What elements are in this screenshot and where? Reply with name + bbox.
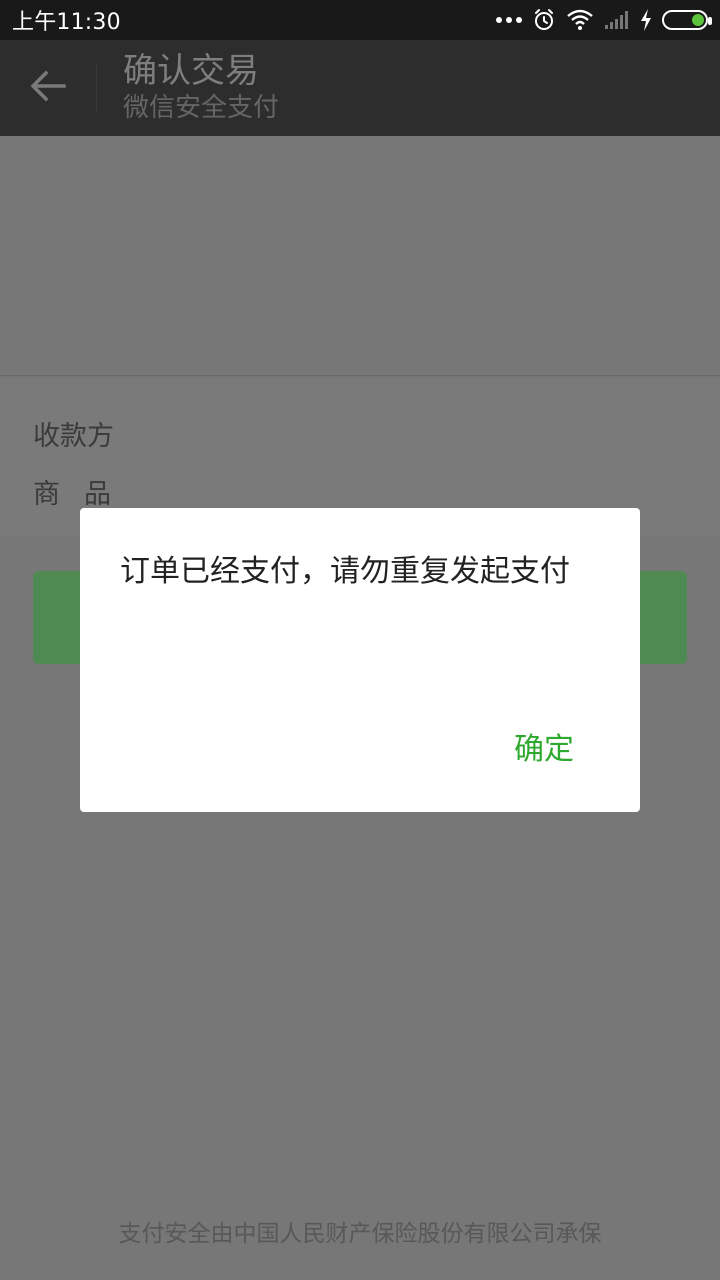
page-title: 确认交易 [123, 51, 259, 91]
status-bar: 上午11:30 [0, 0, 720, 40]
back-button[interactable] [0, 40, 96, 136]
alarm-icon [532, 8, 556, 32]
battery-level [692, 14, 704, 26]
alert-dialog: 订单已经支付，请勿重复发起支付 确定 [80, 508, 640, 812]
page-subtitle: 微信安全支付 [123, 93, 280, 123]
battery-icon [662, 8, 712, 32]
dialog-message: 订单已经支付，请勿重复发起支付 [120, 554, 570, 589]
goods-label: 商品 [33, 479, 135, 510]
back-arrow-icon [30, 70, 66, 106]
charging-icon [640, 8, 652, 32]
confirm-button[interactable]: 确定 [514, 730, 574, 770]
insurance-footer: 支付安全由中国人民财产保险股份有限公司承保 [118, 1221, 602, 1247]
payee-label: 收款方 [33, 421, 114, 452]
title-bar: 确认交易 微信安全支付 [0, 40, 720, 136]
amount-area [0, 136, 720, 376]
wifi-icon [566, 8, 594, 32]
title-texts: 确认交易 微信安全支付 [97, 51, 279, 125]
status-icons [496, 8, 712, 32]
more-dots-icon [496, 8, 522, 32]
status-time: 上午11:30 [12, 10, 121, 35]
signal-icon [604, 8, 630, 32]
